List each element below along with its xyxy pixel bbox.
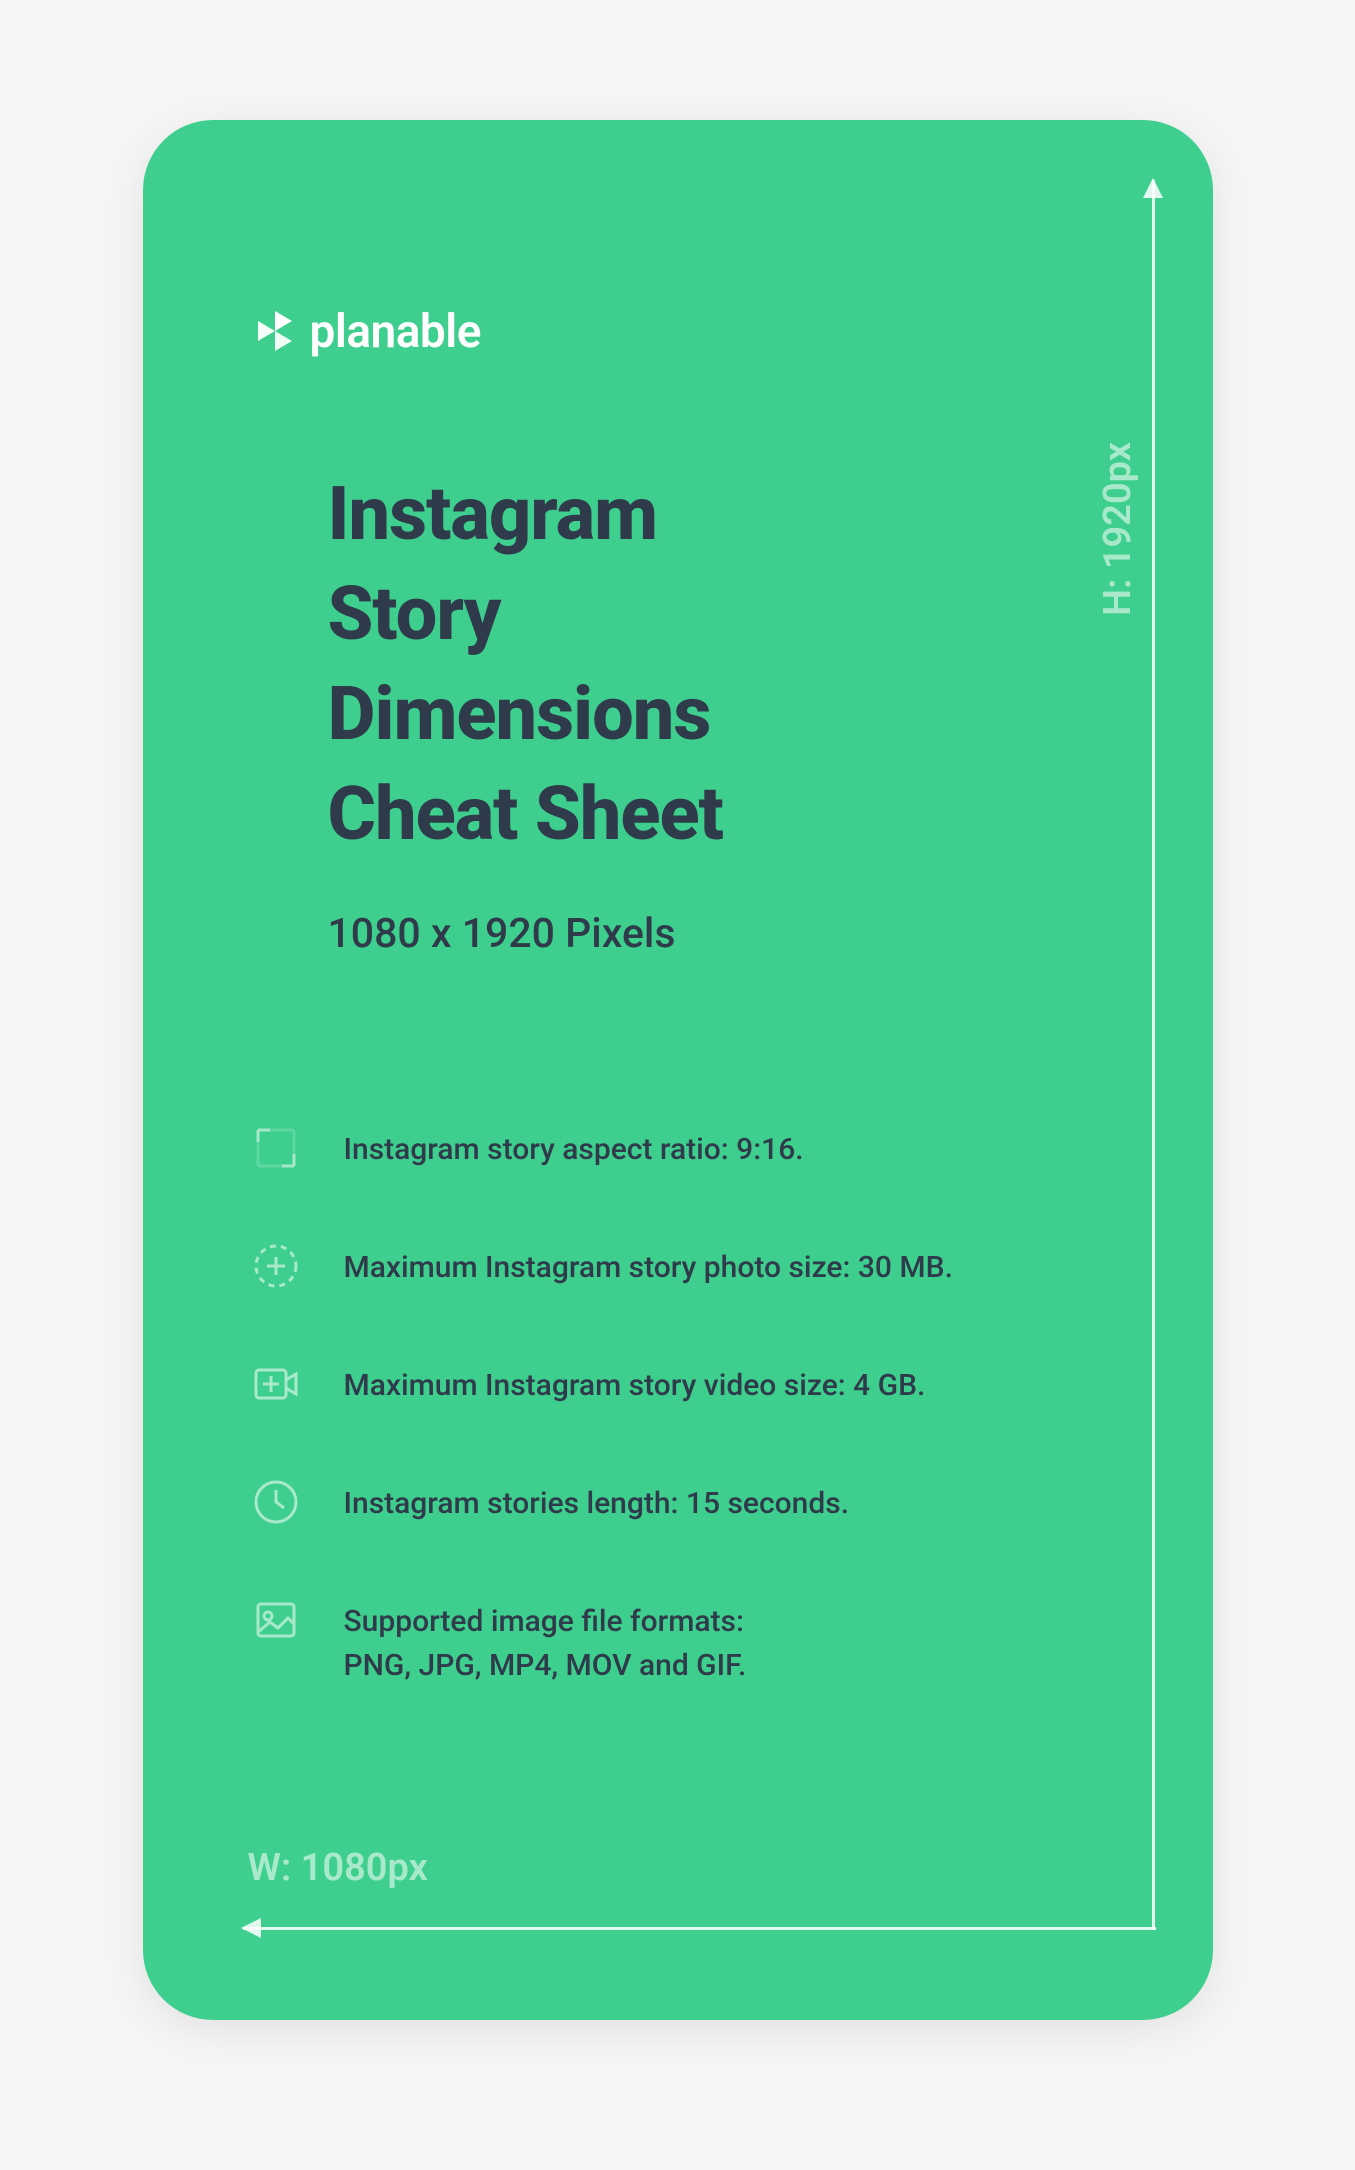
image-file-icon	[248, 1592, 304, 1648]
aspect-ratio-icon	[248, 1120, 304, 1176]
clock-icon	[248, 1474, 304, 1530]
spec-text: Instagram story aspect ratio: 9:16.	[344, 1120, 804, 1172]
spec-text: Supported image file formats:PNG, JPG, M…	[344, 1592, 747, 1687]
width-label: W: 1080px	[248, 1846, 428, 1890]
spec-text: Maximum Instagram story photo size: 30 M…	[344, 1238, 953, 1290]
add-video-icon	[248, 1356, 304, 1412]
spec-item-photo-size: Maximum Instagram story photo size: 30 M…	[248, 1238, 1093, 1294]
height-label: H: 1920px	[1096, 442, 1140, 616]
spec-item-video-size: Maximum Instagram story video size: 4 GB…	[248, 1356, 1093, 1412]
brand-name: planable	[310, 305, 482, 359]
page-subtitle: 1080 x 1920 Pixels	[328, 910, 676, 958]
spec-text: Instagram stories length: 15 seconds.	[344, 1474, 850, 1526]
height-arrow	[1152, 180, 1155, 1930]
spec-item-formats: Supported image file formats:PNG, JPG, M…	[248, 1592, 1093, 1687]
width-arrow	[243, 1927, 1156, 1930]
page-title: InstagramStoryDimensionsCheat Sheet	[328, 465, 723, 865]
spec-item-length: Instagram stories length: 15 seconds.	[248, 1474, 1093, 1530]
specs-list: Instagram story aspect ratio: 9:16. Maxi…	[248, 1120, 1093, 1687]
spec-item-aspect-ratio: Instagram story aspect ratio: 9:16.	[248, 1120, 1093, 1176]
spec-text: Maximum Instagram story video size: 4 GB…	[344, 1356, 926, 1408]
add-photo-icon	[248, 1238, 304, 1294]
brand-logo: planable	[248, 305, 482, 359]
cheat-sheet-card: H: 1920px W: 1080px planable InstagramSt…	[143, 120, 1213, 2020]
brand-logo-mark	[248, 305, 302, 359]
